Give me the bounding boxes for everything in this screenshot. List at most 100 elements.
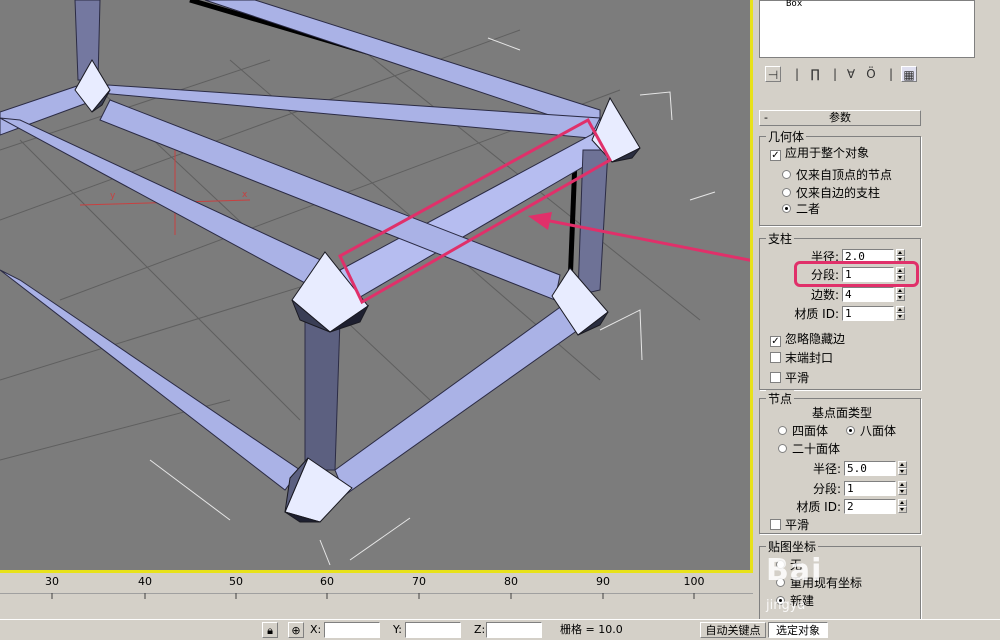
joint-smooth-checkbox[interactable]: 平滑 bbox=[770, 517, 809, 533]
joint-radius-field[interactable]: 5.0 bbox=[844, 461, 896, 476]
status-bar: 🔒︎ ⊕ X: Y: Z: 栅格 = 10.0 自动关键点 选定对象 bbox=[0, 619, 1000, 640]
y-coordinate-field[interactable] bbox=[405, 622, 461, 638]
spinner-arrows[interactable] bbox=[896, 306, 905, 321]
spinner-label: 分段: bbox=[812, 482, 841, 496]
checkbox-box[interactable] bbox=[770, 519, 781, 530]
modifier-stack-list[interactable]: Box bbox=[759, 0, 975, 58]
tick-label: 90 bbox=[596, 575, 610, 588]
parameters-rollout-header[interactable]: - 参数 bbox=[759, 110, 921, 126]
rollout-toggle[interactable]: - bbox=[764, 111, 768, 125]
auto-key-button[interactable]: 自动关键点 bbox=[700, 622, 766, 638]
funnel-icon[interactable]: ∀ bbox=[843, 66, 859, 82]
checkbox-label: 应用于整个对象 bbox=[785, 146, 870, 160]
timeline-ruler[interactable]: 30 40 50 60 70 80 90 100 bbox=[0, 573, 753, 594]
callout-arrowhead bbox=[528, 212, 552, 230]
radio-label: 二十面体 bbox=[792, 442, 841, 456]
spinner-label: 材质 ID: bbox=[794, 307, 839, 321]
radio-dot[interactable] bbox=[782, 188, 791, 197]
checkbox-box[interactable] bbox=[770, 372, 781, 383]
x-label: X: bbox=[310, 623, 322, 636]
tick-label: 100 bbox=[683, 575, 705, 588]
separator: | bbox=[832, 67, 838, 81]
radio-label: 四面体 bbox=[792, 424, 829, 438]
spinner-arrows[interactable] bbox=[898, 481, 907, 496]
checkbox-label: 忽略隐藏边 bbox=[785, 332, 846, 346]
tick-label: 70 bbox=[412, 575, 426, 588]
callout-arrow bbox=[544, 218, 750, 262]
lock-icon[interactable]: Ö bbox=[863, 66, 879, 82]
end-caps-checkbox[interactable]: 末端封口 bbox=[770, 350, 833, 366]
baidu-watermark-logo: Bai bbox=[766, 553, 823, 588]
checkbox-label: 平滑 bbox=[785, 371, 810, 385]
group-title: 节点 bbox=[766, 390, 795, 407]
modifier-stack-toolbar: ⊣ | ∏ | ∀ Ö | ▦ bbox=[759, 64, 979, 86]
radio-label: 八面体 bbox=[860, 424, 897, 438]
both-radio[interactable]: 二者 bbox=[782, 201, 820, 217]
checkbox-label: 平滑 bbox=[785, 518, 810, 532]
checkbox-box[interactable] bbox=[770, 352, 781, 363]
tick-label: 40 bbox=[138, 575, 152, 588]
watermark-subtext: jingya bbox=[766, 598, 806, 613]
z-coordinate-field[interactable] bbox=[486, 622, 542, 638]
modifier-stack-item[interactable]: Box bbox=[786, 0, 802, 9]
spinner-label: 材质 ID: bbox=[796, 500, 841, 514]
checkbox-label: 末端封口 bbox=[785, 351, 834, 365]
radio-dot[interactable] bbox=[778, 444, 787, 453]
vertex-joints-only-radio[interactable]: 仅来自顶点的节点 bbox=[782, 167, 892, 183]
pipe-split-icon[interactable]: ∏ bbox=[807, 66, 823, 82]
spinner-arrows[interactable] bbox=[898, 499, 907, 514]
checkbox-box[interactable]: ✓ bbox=[770, 336, 781, 347]
tick-label: 80 bbox=[504, 575, 518, 588]
radio-dot[interactable] bbox=[782, 204, 791, 213]
group-title: 支柱 bbox=[766, 230, 795, 247]
group-title: 几何体 bbox=[766, 128, 807, 145]
viewport-scene: y x bbox=[0, 0, 750, 566]
joint-material-id-field[interactable]: 2 bbox=[844, 499, 896, 514]
configure-icon[interactable]: ▦ bbox=[901, 66, 917, 82]
timeline-ticks bbox=[51, 593, 695, 599]
spinner-arrows[interactable] bbox=[896, 287, 905, 302]
pin-icon[interactable]: ⊣ bbox=[765, 66, 781, 82]
edge-struts-only-radio[interactable]: 仅来自边的支柱 bbox=[782, 185, 880, 201]
radio-label: 仅来自边的支柱 bbox=[796, 186, 881, 200]
tetrahedron-radio[interactable]: 四面体 bbox=[778, 423, 828, 439]
base-type-title: 基点面类型 bbox=[812, 406, 873, 420]
radio-label: 仅来自顶点的节点 bbox=[796, 168, 893, 182]
strut-material-id-field[interactable]: 1 bbox=[842, 306, 894, 321]
spinner-arrows[interactable] bbox=[898, 461, 907, 476]
joint-segments-field[interactable]: 1 bbox=[844, 481, 896, 496]
x-coordinate-field[interactable] bbox=[324, 622, 380, 638]
tick-label: 30 bbox=[45, 575, 59, 588]
rollout-title: 参数 bbox=[829, 111, 851, 124]
checkbox-box[interactable]: ✓ bbox=[770, 150, 781, 161]
strut-sides-field[interactable]: 4 bbox=[842, 287, 894, 302]
absolute-mode-icon[interactable]: ⊕ bbox=[288, 622, 304, 638]
z-label: Z: bbox=[474, 623, 486, 636]
octahedron-radio[interactable]: 八面体 bbox=[846, 423, 896, 439]
command-panel: Box ⊣ | ∏ | ∀ Ö | ▦ - 参数 几何体 ✓ 应用于整个对象 仅来… bbox=[753, 0, 1000, 619]
pipe-icon[interactable]: | bbox=[789, 66, 805, 82]
ignore-hidden-edges-checkbox[interactable]: ✓ 忽略隐藏边 bbox=[770, 331, 845, 347]
spinner-label: 边数: bbox=[810, 288, 839, 302]
selection-set-dropdown[interactable]: 选定对象 bbox=[768, 622, 828, 638]
radio-dot[interactable] bbox=[778, 426, 787, 435]
radio-dot[interactable] bbox=[782, 170, 791, 179]
tick-label: 60 bbox=[320, 575, 334, 588]
track-bar[interactable]: 30 40 50 60 70 80 90 100 bbox=[0, 573, 753, 618]
radio-label: 二者 bbox=[796, 202, 821, 216]
tick-label: 50 bbox=[229, 575, 243, 588]
perspective-viewport[interactable]: y x bbox=[0, 0, 753, 573]
grid-spacing: 栅格 = 10.0 bbox=[560, 623, 623, 636]
spinner-label: 半径: bbox=[812, 462, 841, 476]
segments-highlight bbox=[794, 261, 919, 287]
separator: | bbox=[888, 67, 894, 81]
joints-group: 节点 基点面类型 四面体 八面体 二十面体 半径: 5.0 分段: 1 材质 I… bbox=[759, 390, 921, 534]
geometry-group: 几何体 ✓ 应用于整个对象 仅来自顶点的节点 仅来自边的支柱 二者 bbox=[759, 128, 921, 226]
radio-dot[interactable] bbox=[846, 426, 855, 435]
strut-smooth-checkbox[interactable]: 平滑 bbox=[770, 370, 809, 386]
icosahedron-radio[interactable]: 二十面体 bbox=[778, 441, 840, 457]
apply-to-all-checkbox[interactable]: ✓ 应用于整个对象 bbox=[770, 145, 869, 161]
axis-x-label: x bbox=[242, 190, 248, 200]
lock-selection-icon[interactable]: 🔒︎ bbox=[262, 622, 278, 638]
axis-y-label: y bbox=[110, 191, 116, 201]
